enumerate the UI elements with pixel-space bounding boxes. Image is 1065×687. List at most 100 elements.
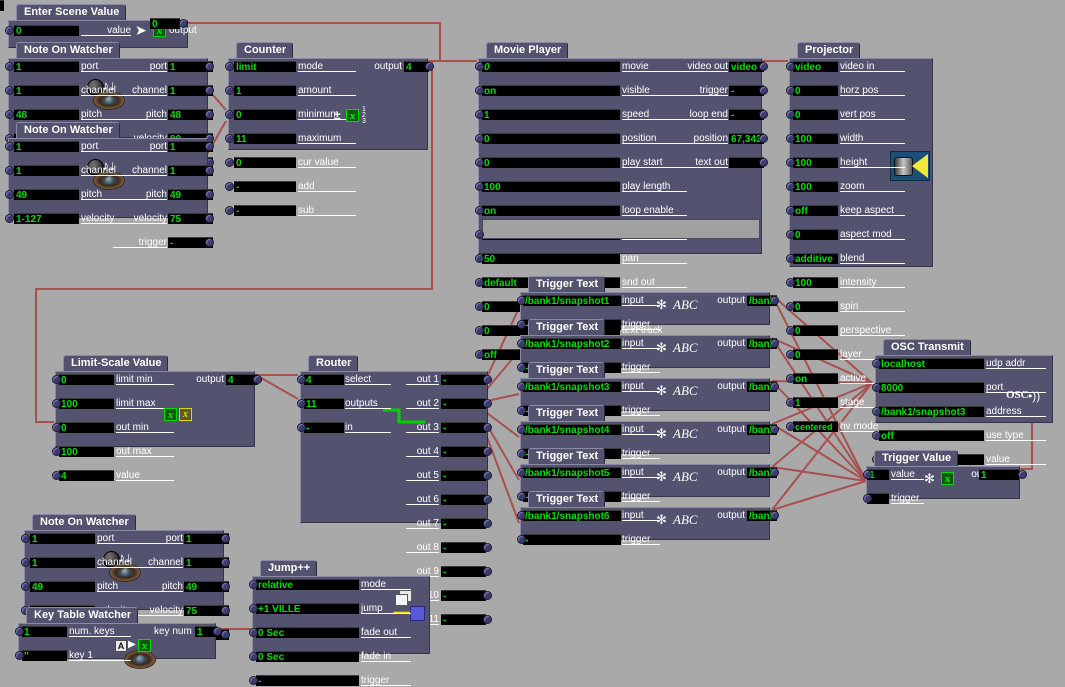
input-plug[interactable] (225, 110, 234, 119)
field-hv-mode[interactable]: centered (793, 421, 838, 432)
input-plug[interactable] (872, 359, 881, 368)
field-input[interactable]: /bank1/snapshot1 (523, 295, 621, 306)
movie-preview-strip[interactable] (482, 219, 760, 239)
input-plug[interactable] (5, 62, 14, 71)
field-input[interactable]: /bank1/snapshot3 (523, 381, 621, 392)
input-plug[interactable] (786, 302, 795, 311)
output-plug-pitch[interactable] (205, 110, 214, 119)
field-pitch-in[interactable]: 49 (30, 581, 95, 592)
node-note-on-watcher-2[interactable]: Note On Watcher ♪↓ 1 port port 1 1 chann… (5, 120, 214, 248)
field-visible[interactable]: on (482, 85, 620, 96)
input-plug[interactable] (475, 230, 484, 239)
field-fade-in[interactable]: 0 Sec (256, 651, 359, 662)
field-use-type[interactable]: off (879, 430, 984, 441)
input-plug[interactable] (475, 182, 484, 191)
input-plug[interactable] (786, 254, 795, 263)
field-horz-pos[interactable]: 0 (793, 85, 838, 96)
field-trigger[interactable]: - (256, 675, 359, 686)
output-plug[interactable] (205, 166, 214, 175)
field-address[interactable]: /bank1/snapshot3 (879, 406, 984, 417)
input-plug[interactable] (475, 254, 484, 263)
input-plug[interactable] (225, 158, 234, 167)
input-plug[interactable] (475, 326, 484, 335)
input-plug-input[interactable] (517, 425, 526, 434)
output-plug[interactable] (1018, 470, 1027, 479)
input-plug-input[interactable] (517, 296, 526, 305)
input-plug[interactable] (786, 326, 795, 335)
input-plug-trigger[interactable] (517, 535, 526, 544)
input-plug[interactable] (5, 142, 14, 151)
input-plug-input[interactable] (517, 382, 526, 391)
output-plug[interactable] (253, 375, 262, 384)
field-num-keys[interactable]: 1 (22, 626, 67, 637)
input-plug[interactable] (786, 230, 795, 239)
field-mode[interactable]: limit (234, 61, 296, 72)
patch-canvas[interactable]: Enter Scene Value 0 value ➤ x output 0 N… (0, 0, 1065, 686)
node-osc-transmit[interactable]: OSC Transmit OSC •)) localhost udp addr … (872, 337, 1053, 465)
input-plug[interactable] (21, 558, 30, 567)
field-perspective[interactable]: 0 (793, 325, 838, 336)
field-jump[interactable]: +1 VILLE (256, 603, 359, 614)
field-port-in[interactable]: 1 (14, 61, 79, 72)
input-plug[interactable] (475, 158, 484, 167)
input-plug-trigger[interactable] (249, 676, 258, 685)
input-plug[interactable] (786, 422, 795, 431)
output-plug[interactable] (770, 339, 779, 348)
input-plug[interactable] (475, 86, 484, 95)
input-plug-trigger[interactable] (863, 494, 872, 503)
input-plug[interactable] (872, 431, 881, 440)
output-plug[interactable] (425, 62, 434, 71)
input-plug[interactable] (5, 86, 14, 95)
field-movie[interactable]: 0 (482, 61, 620, 72)
field-blend[interactable]: additive (793, 253, 838, 264)
output-plug-10[interactable] (483, 591, 492, 600)
field-trigger[interactable]: - (523, 534, 621, 545)
output-plug-8[interactable] (483, 543, 492, 552)
field-in[interactable]: - (304, 422, 344, 433)
field-aspect-mod[interactable]: 0 (793, 229, 838, 240)
input-plug[interactable] (225, 62, 234, 71)
input-plug-input[interactable] (517, 468, 526, 477)
input-plug[interactable] (475, 302, 484, 311)
input-plug-value[interactable] (863, 470, 872, 479)
node-movie-player[interactable]: Movie Player 0 movie video out video on … (475, 40, 768, 360)
output-plug-11[interactable] (483, 615, 492, 624)
field-mode[interactable]: relative (256, 579, 359, 590)
field-value[interactable]: 4 (59, 470, 114, 481)
input-plug[interactable] (475, 110, 484, 119)
output-plug[interactable] (770, 382, 779, 391)
field-video-in[interactable]: video (793, 61, 838, 72)
field-channel-in[interactable]: 1 (30, 557, 95, 568)
output-plug[interactable] (221, 630, 230, 639)
field-channel-in[interactable]: 1 (14, 85, 79, 96)
field-port[interactable]: 8000 (879, 382, 984, 393)
field-fade-out[interactable]: 0 Sec (256, 627, 359, 638)
output-plug[interactable] (759, 110, 768, 119)
input-plug-sub[interactable] (225, 206, 234, 215)
input-plug[interactable] (52, 375, 61, 384)
input-plug[interactable] (786, 182, 795, 191)
field-pan[interactable]: 50 (482, 253, 620, 264)
output-plug[interactable] (205, 238, 214, 247)
field-loop-enable[interactable]: on (482, 205, 620, 216)
input-plug[interactable] (249, 604, 258, 613)
field-keep-aspect[interactable]: off (793, 205, 838, 216)
output-plug[interactable] (205, 214, 214, 223)
field-velocity-in[interactable]: 1-127 (14, 213, 79, 224)
input-plug-input[interactable] (517, 339, 526, 348)
input-plug-select[interactable] (297, 375, 306, 384)
input-plug[interactable] (786, 158, 795, 167)
input-plug-add[interactable] (225, 182, 234, 191)
field-maximum[interactable]: 11 (234, 133, 296, 144)
field-cur-value[interactable]: 0 (234, 157, 296, 168)
input-plug[interactable] (5, 110, 14, 119)
input-plug[interactable] (225, 86, 234, 95)
field-input[interactable]: /bank1/snapshot2 (523, 338, 621, 349)
output-plug[interactable] (221, 534, 230, 543)
field-sub[interactable]: - (234, 205, 296, 216)
output-plug-3[interactable] (483, 423, 492, 432)
field-select[interactable]: 4 (304, 374, 344, 385)
output-plug-6[interactable] (483, 495, 492, 504)
input-plug[interactable] (5, 190, 14, 199)
field-width[interactable]: 100 (793, 133, 838, 144)
